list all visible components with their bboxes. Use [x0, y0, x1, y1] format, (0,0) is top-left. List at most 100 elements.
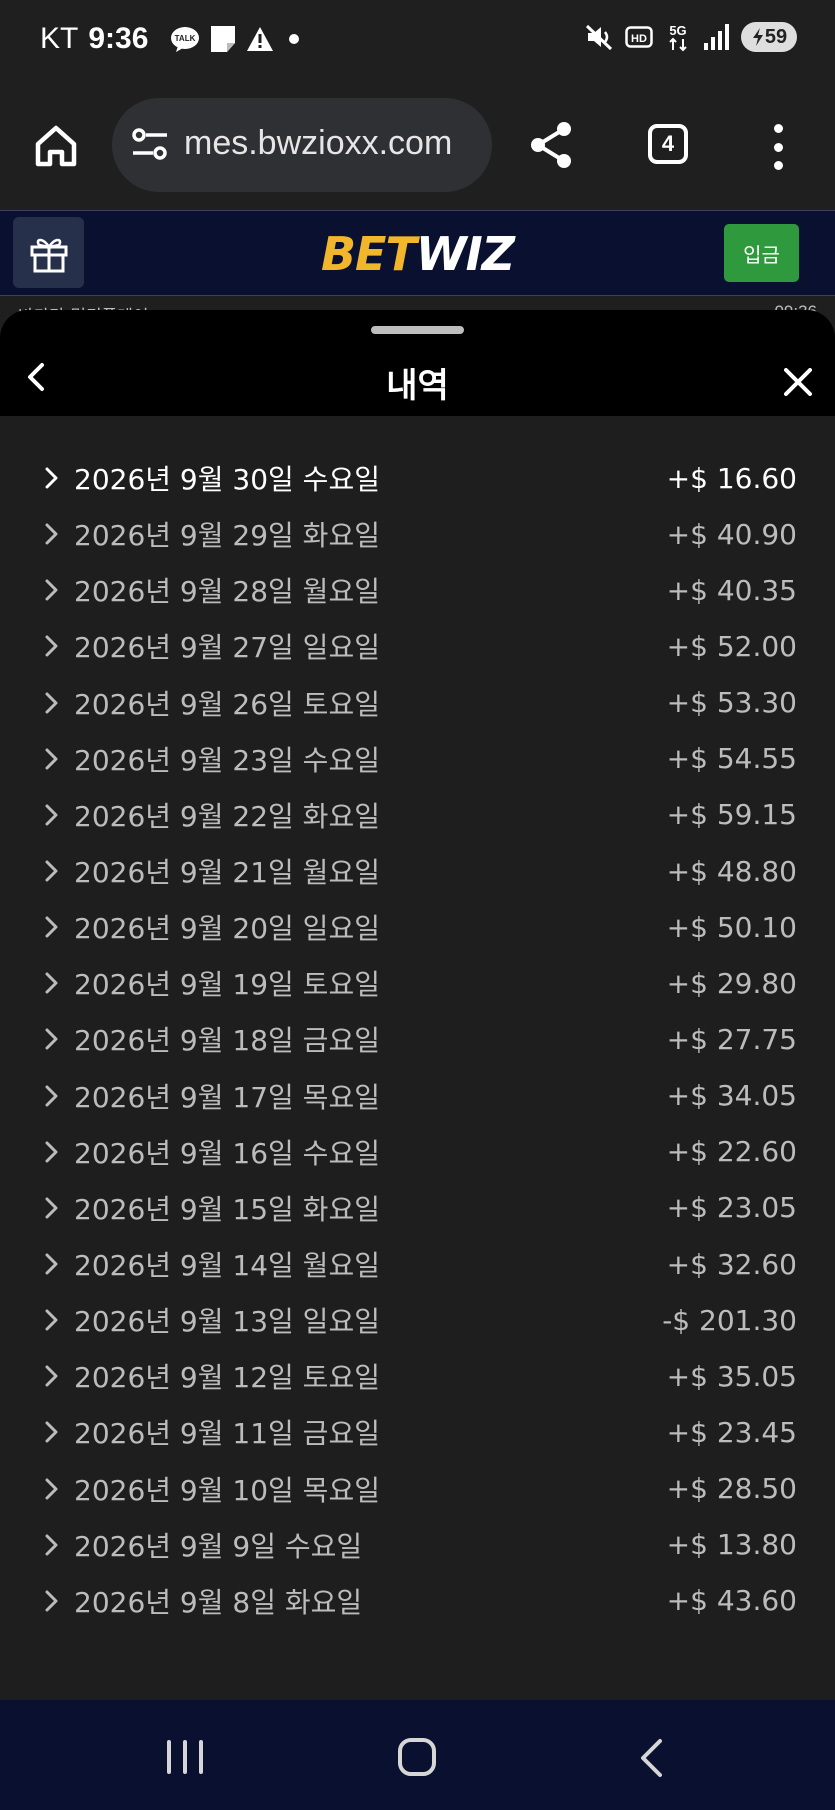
deposit-button[interactable]: 입금 [724, 224, 799, 282]
svg-text:HD: HD [631, 33, 647, 45]
history-row-amount: +$ 59.15 [666, 798, 797, 832]
history-row-date: 2026년 9월 22일 화요일 [74, 799, 380, 833]
sheet-drag-handle[interactable] [371, 326, 464, 334]
brand-logo[interactable]: BETWIZ [0, 227, 835, 281]
history-row-date: 2026년 9월 20일 일요일 [74, 912, 380, 946]
close-icon[interactable] [784, 368, 812, 396]
history-row-amount: +$ 35.05 [666, 1359, 797, 1393]
more-menu-icon[interactable] [766, 124, 790, 170]
svg-text:TALK: TALK [175, 34, 196, 43]
history-row[interactable]: 2026년 9월 12일 토요일 +$ 35.05 [0, 1348, 835, 1404]
history-row[interactable]: 2026년 9월 15일 화요일 +$ 23.05 [0, 1180, 835, 1236]
history-row[interactable]: 2026년 9월 22일 화요일 +$ 59.15 [0, 787, 835, 843]
chevron-right-icon [44, 467, 60, 489]
history-row-amount: -$ 201.30 [662, 1303, 797, 1337]
history-row-date: 2026년 9월 15일 화요일 [74, 1192, 380, 1226]
hd-icon: HD [625, 25, 653, 49]
history-row-amount: +$ 50.10 [666, 910, 797, 944]
history-row-amount: +$ 28.50 [666, 1472, 797, 1506]
history-row-amount: +$ 48.80 [666, 854, 797, 888]
history-row-date: 2026년 9월 29일 화요일 [74, 519, 380, 553]
history-row[interactable]: 2026년 9월 19일 토요일 +$ 29.80 [0, 955, 835, 1011]
history-row-amount: +$ 23.45 [666, 1415, 797, 1449]
note-icon [210, 25, 236, 53]
warning-icon [246, 26, 274, 52]
history-row-date: 2026년 9월 26일 토요일 [74, 687, 380, 721]
history-row[interactable]: 2026년 9월 20일 일요일 +$ 50.10 [0, 899, 835, 955]
history-row-amount: +$ 40.90 [666, 517, 797, 551]
chevron-right-icon [44, 1478, 60, 1500]
chevron-right-icon [44, 1141, 60, 1163]
history-row[interactable]: 2026년 9월 28일 월요일 +$ 40.35 [0, 562, 835, 618]
site-settings-icon[interactable] [130, 125, 170, 169]
history-row-date: 2026년 9월 17일 목요일 [74, 1080, 380, 1114]
signal-icon [703, 23, 729, 51]
history-row-amount: +$ 16.60 [666, 461, 797, 495]
logo-wiz: WIZ [415, 227, 515, 281]
history-row[interactable]: 2026년 9월 29일 화요일 +$ 40.90 [0, 506, 835, 562]
chevron-right-icon [44, 1365, 60, 1387]
history-row-date: 2026년 9월 16일 수요일 [74, 1136, 380, 1170]
chevron-right-icon [44, 748, 60, 770]
5g-icon: 5G [665, 22, 691, 52]
chevron-right-icon [44, 972, 60, 994]
history-row-date: 2026년 9월 28일 월요일 [74, 575, 380, 609]
history-row-amount: +$ 40.35 [666, 573, 797, 607]
chevron-right-icon [44, 1085, 60, 1107]
back-nav-icon[interactable] [638, 1738, 664, 1778]
history-row-date: 2026년 9월 21일 월요일 [74, 856, 380, 890]
history-row[interactable]: 2026년 9월 21일 월요일 +$ 48.80 [0, 843, 835, 899]
history-row-amount: +$ 22.60 [666, 1135, 797, 1169]
history-row-date: 2026년 9월 19일 토요일 [74, 968, 380, 1002]
history-row-date: 2026년 9월 9일 수요일 [74, 1529, 363, 1563]
history-row[interactable]: 2026년 9월 14일 월요일 +$ 32.60 [0, 1236, 835, 1292]
chevron-right-icon [44, 692, 60, 714]
history-row-date: 2026년 9월 27일 일요일 [74, 631, 380, 665]
mute-icon [585, 23, 613, 51]
history-row-amount: +$ 34.05 [666, 1079, 797, 1113]
share-icon[interactable] [528, 120, 576, 174]
chevron-right-icon [44, 523, 60, 545]
site-header: BETWIZ 입금 [0, 210, 835, 296]
history-row-amount: +$ 52.00 [666, 629, 797, 663]
browser-toolbar: mes.bwzioxx.com 4 [0, 84, 835, 210]
chevron-right-icon [44, 1309, 60, 1331]
history-row-date: 2026년 9월 30일 수요일 [74, 463, 380, 497]
logo-bet: BET [320, 227, 417, 281]
history-row-date: 2026년 9월 14일 월요일 [74, 1249, 380, 1283]
history-row[interactable]: 2026년 9월 17일 목요일 +$ 34.05 [0, 1068, 835, 1124]
svg-text:5G: 5G [669, 23, 686, 38]
home-icon[interactable] [30, 120, 82, 172]
chevron-right-icon [44, 635, 60, 657]
history-row[interactable]: 2026년 9월 9일 수요일 +$ 13.80 [0, 1517, 835, 1573]
history-row-date: 2026년 9월 18일 금요일 [74, 1024, 380, 1058]
recent-apps-icon[interactable] [167, 1740, 203, 1774]
battery-level: 59 [764, 25, 788, 48]
battery-icon: 59 [741, 22, 797, 52]
history-row-date: 2026년 9월 10일 목요일 [74, 1473, 380, 1507]
history-row-date: 2026년 9월 23일 수요일 [74, 743, 380, 777]
history-row-amount: +$ 27.75 [666, 1022, 797, 1056]
status-right: HD 5G 59 [585, 22, 797, 52]
history-row[interactable]: 2026년 9월 16일 수요일 +$ 22.60 [0, 1124, 835, 1180]
history-row-amount: +$ 54.55 [666, 742, 797, 776]
history-row[interactable]: 2026년 9월 26일 토요일 +$ 53.30 [0, 675, 835, 731]
address-bar[interactable]: mes.bwzioxx.com [112, 98, 492, 192]
history-sheet: 내역 2026년 9월 30일 수요일 +$ 16.60 2026년 9월 29일 … [0, 310, 835, 1700]
chevron-right-icon [44, 916, 60, 938]
history-row-amount: +$ 23.05 [666, 1191, 797, 1225]
history-row[interactable]: 2026년 9월 10일 목요일 +$ 28.50 [0, 1461, 835, 1517]
tab-switcher-button[interactable]: 4 [648, 124, 688, 164]
history-row[interactable]: 2026년 9월 8일 화요일 +$ 43.60 [0, 1573, 835, 1629]
history-row[interactable]: 2026년 9월 11일 금요일 +$ 23.45 [0, 1404, 835, 1460]
home-nav-icon[interactable] [398, 1738, 436, 1776]
history-row[interactable]: 2026년 9월 27일 일요일 +$ 52.00 [0, 618, 835, 674]
history-row-date: 2026년 9월 13일 일요일 [74, 1305, 380, 1339]
history-row[interactable]: 2026년 9월 23일 수요일 +$ 54.55 [0, 731, 835, 787]
history-row[interactable]: 2026년 9월 30일 수요일 +$ 16.60 [0, 450, 835, 506]
history-row[interactable]: 2026년 9월 18일 금요일 +$ 27.75 [0, 1011, 835, 1067]
status-left: KT 9:36 TALK [40, 22, 304, 56]
url-text[interactable]: mes.bwzioxx.com [184, 124, 484, 163]
history-row[interactable]: 2026년 9월 13일 일요일 -$ 201.30 [0, 1292, 835, 1348]
carrier-label: KT [40, 22, 79, 55]
